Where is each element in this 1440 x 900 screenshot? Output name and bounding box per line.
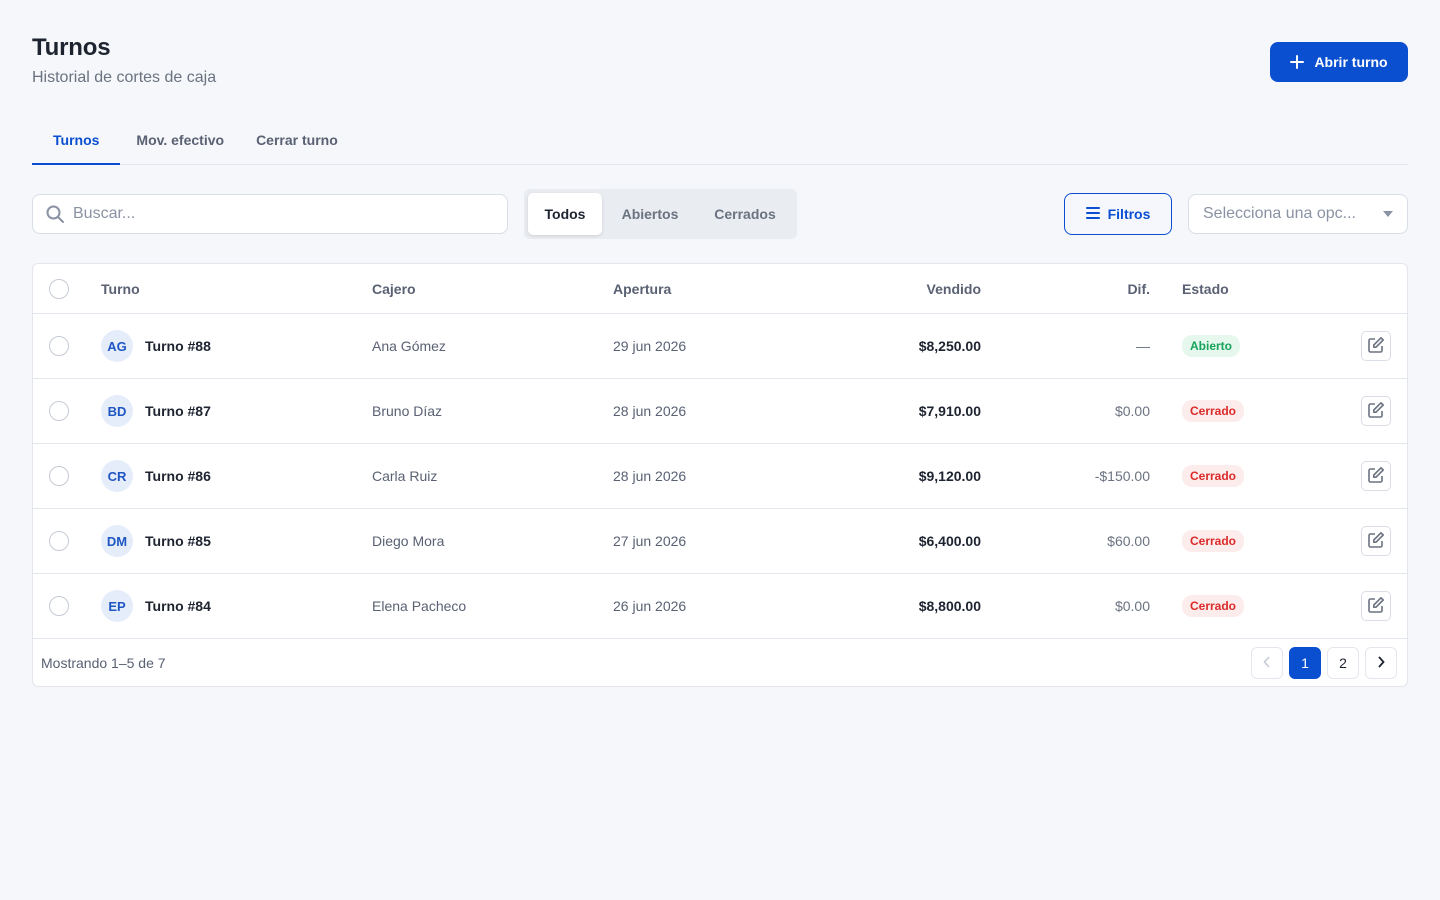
table-footer: Mostrando 1–5 de 7 1 2 [33, 639, 1407, 686]
page-subtitle: Historial de cortes de caja [32, 69, 217, 86]
search-icon [45, 204, 65, 224]
opened-date: 28 jun 2026 [613, 468, 687, 484]
table-row[interactable]: DM Turno #85 Diego Mora 27 jun 2026 $6,40… [33, 509, 1407, 574]
prev-page-button[interactable] [1251, 647, 1283, 679]
turn-name: Turno #84 [145, 598, 211, 614]
row-checkbox[interactable] [49, 531, 69, 551]
pagination: 1 2 [1251, 647, 1397, 679]
sold-amount: $8,800.00 [918, 598, 981, 614]
caret-down-icon [1383, 211, 1393, 217]
tab-close-shift[interactable]: Cerrar turno [240, 116, 354, 164]
segment-closed[interactable]: Cerrados [698, 193, 792, 235]
shifts-table: Turno Cajero Apertura Vendido Dif. Estad… [32, 263, 1408, 687]
edit-icon [1367, 336, 1385, 357]
status-badge: Abierto [1182, 335, 1240, 357]
avatar: EP [101, 590, 133, 622]
column-header-cajero: Cajero [372, 280, 416, 297]
edit-button[interactable] [1361, 396, 1391, 426]
tab-bar: Turnos Mov. efectivo Cerrar turno [32, 116, 1408, 165]
avatar: AG [101, 330, 133, 362]
option-select[interactable]: Selecciona una opc... [1188, 194, 1408, 234]
select-placeholder: Selecciona una opc... [1203, 205, 1356, 222]
table-header: Turno Cajero Apertura Vendido Dif. Estad… [33, 264, 1407, 314]
edit-button[interactable] [1361, 526, 1391, 556]
sold-amount: $7,910.00 [918, 403, 981, 419]
opened-date: 26 jun 2026 [613, 598, 687, 614]
turn-name: Turno #85 [145, 533, 211, 549]
turn-name: Turno #88 [145, 338, 211, 354]
page-title: Turnos [32, 34, 111, 61]
edit-icon [1367, 531, 1385, 552]
open-shift-label: Abrir turno [1314, 54, 1388, 70]
filters-label: Filtros [1107, 206, 1151, 222]
column-header-vendido: Vendido [926, 280, 981, 297]
edit-button[interactable] [1361, 331, 1391, 361]
column-header-turno: Turno [101, 280, 140, 297]
row-checkbox[interactable] [49, 401, 69, 421]
open-shift-button[interactable]: Abrir turno [1270, 42, 1408, 82]
page-button-1[interactable]: 1 [1289, 647, 1321, 679]
difference-amount: $0.00 [1114, 403, 1150, 419]
turn-name: Turno #86 [145, 468, 211, 484]
cashier-name: Diego Mora [372, 533, 445, 549]
row-checkbox[interactable] [49, 336, 69, 356]
edit-icon [1367, 466, 1385, 487]
results-summary: Mostrando 1–5 de 7 [41, 655, 166, 671]
column-header-apertura: Apertura [613, 280, 672, 297]
search-input[interactable] [73, 205, 473, 223]
table-row[interactable]: AG Turno #88 Ana Gómez 29 jun 2026 $8,250… [33, 314, 1407, 379]
plus-icon [1290, 55, 1305, 69]
sold-amount: $9,120.00 [918, 468, 981, 484]
page-header: Turnos Historial de cortes de caja [32, 34, 216, 88]
cashier-name: Elena Pacheco [372, 598, 467, 614]
difference-amount: — [1136, 338, 1150, 354]
edit-button[interactable] [1361, 591, 1391, 621]
status-badge: Cerrado [1182, 465, 1245, 487]
column-header-dif: Dif. [1127, 280, 1150, 297]
status-badge: Cerrado [1182, 400, 1245, 422]
sold-amount: $8,250.00 [918, 338, 981, 354]
search-field[interactable] [32, 194, 508, 234]
table-row[interactable]: CR Turno #86 Carla Ruiz 28 jun 2026 $9,12… [33, 444, 1407, 509]
tab-turnos[interactable]: Turnos [32, 116, 121, 165]
edit-button[interactable] [1361, 461, 1391, 491]
difference-amount: $0.00 [1114, 598, 1150, 614]
edit-icon [1367, 596, 1385, 617]
next-page-button[interactable] [1365, 647, 1397, 679]
edit-icon [1367, 401, 1385, 422]
opened-date: 29 jun 2026 [613, 338, 687, 354]
select-all-checkbox[interactable] [49, 279, 69, 299]
status-badge: Cerrado [1182, 595, 1245, 617]
turn-name: Turno #87 [145, 403, 211, 419]
segment-open[interactable]: Abiertos [602, 193, 698, 235]
cashier-name: Carla Ruiz [372, 468, 438, 484]
row-checkbox[interactable] [49, 596, 69, 616]
opened-date: 28 jun 2026 [613, 403, 687, 419]
row-checkbox[interactable] [49, 466, 69, 486]
avatar: BD [101, 395, 133, 427]
page-button-2[interactable]: 2 [1327, 647, 1359, 679]
segment-all[interactable]: Todos [528, 193, 602, 235]
avatar: CR [101, 460, 133, 492]
difference-amount: $60.00 [1107, 533, 1150, 549]
difference-amount: -$150.00 [1094, 468, 1150, 484]
column-header-estado: Estado [1182, 280, 1229, 297]
chevron-left-icon [1263, 655, 1271, 671]
tab-cash-movements[interactable]: Mov. efectivo [120, 116, 240, 164]
cashier-name: Bruno Díaz [372, 403, 443, 419]
status-segmented-control: Todos Abiertos Cerrados [524, 189, 797, 239]
filters-button[interactable]: Filtros [1064, 193, 1172, 235]
chevron-right-icon [1377, 655, 1385, 671]
opened-date: 27 jun 2026 [613, 533, 687, 549]
status-badge: Cerrado [1182, 530, 1245, 552]
cashier-name: Ana Gómez [372, 338, 446, 354]
avatar: DM [101, 525, 133, 557]
table-row[interactable]: BD Turno #87 Bruno Díaz 28 jun 2026 $7,91… [33, 379, 1407, 444]
table-row[interactable]: EP Turno #84 Elena Pacheco 26 jun 2026 $8… [33, 574, 1407, 639]
sold-amount: $6,400.00 [918, 533, 981, 549]
menu-icon [1085, 206, 1100, 222]
